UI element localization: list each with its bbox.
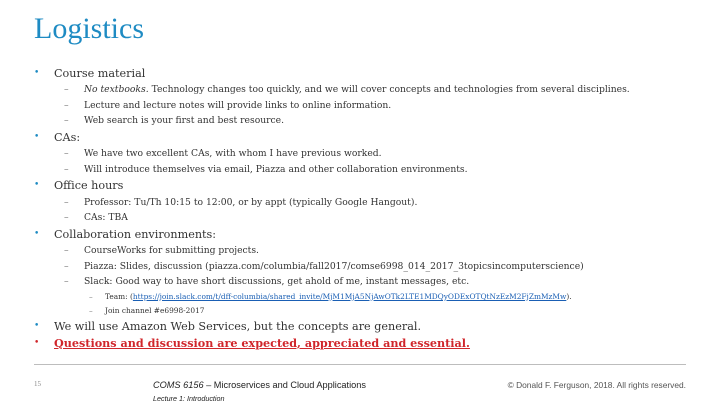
footer-copyright: © Donald F. Ferguson, 2018. All rights r…	[507, 380, 686, 390]
sub-bullet-ca-hours: – CAs: TBA	[34, 210, 694, 226]
sub-bullet-courseworks: – CourseWorks for submitting projects.	[34, 243, 694, 259]
bullet-questions: • Questions and discussion are expected,…	[34, 335, 694, 352]
bullet-office-hours: • Office hours	[34, 177, 694, 194]
dash-icon: –	[64, 260, 69, 272]
sub-bullet-lecture-notes: – Lecture and lecture notes will provide…	[34, 98, 694, 114]
bullet-dot-icon: •	[34, 337, 40, 348]
dash-icon: –	[64, 115, 69, 127]
slide-title: Logistics	[34, 12, 144, 45]
sub-bullet-no-textbooks: – No textbooks. Technology changes too q…	[34, 82, 694, 98]
bullet-cas: • CAs:	[34, 129, 694, 146]
sub-bullet-slack: – Slack: Good way to have short discussi…	[34, 274, 694, 290]
sub-bullet-professor-hours: – Professor: Tu/Th 10:15 to 12:00, or by…	[34, 195, 694, 211]
slide: Logistics • Course material – No textboo…	[0, 0, 720, 405]
dash-icon: –	[64, 212, 69, 224]
sub-bullet-web-search: – Web search is your first and best reso…	[34, 113, 694, 129]
dash-icon: –	[64, 276, 69, 288]
bullet-dot-icon: •	[34, 180, 40, 191]
dash-icon: –	[64, 196, 69, 208]
sub-bullet-introduce: – Will introduce themselves via email, P…	[34, 162, 694, 178]
slack-invite-link[interactable]: https://join.slack.com/t/dff-columbia/sh…	[133, 292, 566, 301]
footer-lecture: Lecture 1: Introduction	[153, 394, 225, 403]
page-number: 15	[34, 380, 41, 388]
dash-icon: –	[64, 84, 69, 96]
sub-sub-bullet-channel: – Join channel #e6998-2017	[34, 304, 694, 318]
footer-divider	[34, 364, 686, 365]
bullet-collaboration: • Collaboration environments:	[34, 226, 694, 243]
dash-icon: –	[64, 148, 69, 160]
footer-course: COMS 6156 – Microservices and Cloud Appl…	[153, 380, 366, 390]
bullet-dot-icon: •	[34, 131, 40, 142]
sub-bullet-two-cas: – We have two excellent CAs, with whom I…	[34, 146, 694, 162]
dash-icon: –	[89, 291, 93, 301]
bullet-dot-icon: •	[34, 68, 40, 78]
slide-content: • Course material – No textbooks. Techno…	[34, 65, 694, 352]
dash-icon: –	[89, 305, 93, 315]
bullet-dot-icon: •	[34, 320, 40, 331]
bullet-course-material: • Course material	[34, 65, 694, 82]
dash-icon: –	[64, 163, 69, 175]
dash-icon: –	[64, 244, 69, 256]
bullet-aws: • We will use Amazon Web Services, but t…	[34, 318, 694, 335]
bullet-dot-icon: •	[34, 228, 40, 239]
sub-bullet-piazza: – Piazza: Slides, discussion (piazza.com…	[34, 259, 694, 275]
sub-sub-bullet-team: – Team: (https://join.slack.com/t/dff-co…	[34, 290, 694, 304]
dash-icon: –	[64, 99, 69, 111]
